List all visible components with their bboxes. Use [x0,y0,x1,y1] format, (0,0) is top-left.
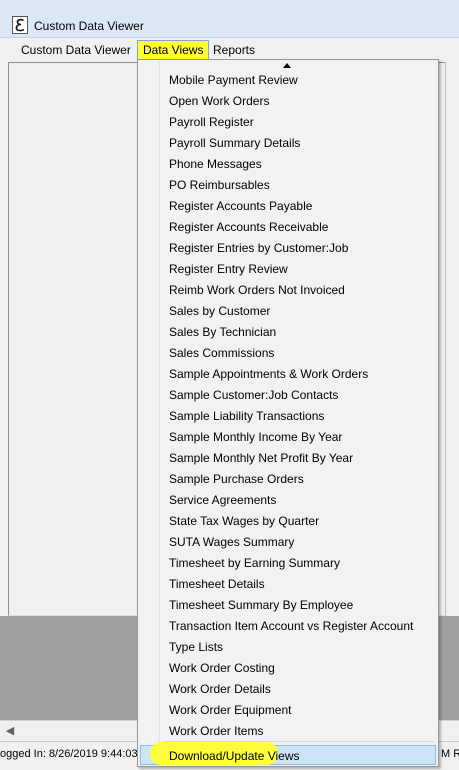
dropdown-item[interactable]: Type Lists [138,637,438,658]
dropdown-item[interactable]: PO Reimbursables [138,175,438,196]
dropdown-item[interactable]: Sample Customer:Job Contacts [138,385,438,406]
dropdown-item[interactable]: Work Order Items [138,721,438,742]
dropdown-item[interactable]: Payroll Register [138,112,438,133]
dropdown-item[interactable]: Sales By Technician [138,322,438,343]
status-logged-in: ogged In: 8/26/2019 9:44:03 [0,748,138,760]
dropdown-item[interactable]: Phone Messages [138,154,438,175]
dropdown-item[interactable]: Work Order Equipment [138,700,438,721]
dropdown-item[interactable]: Sample Appointments & Work Orders [138,364,438,385]
dropdown-item[interactable]: Timesheet Details [138,574,438,595]
scroll-left-icon[interactable]: ◀ [2,723,18,739]
dropdown-item[interactable]: Work Order Details [138,679,438,700]
menu-custom-data-viewer[interactable]: Custom Data Viewer [16,41,136,59]
download-update-views-label: Download/Update Views [169,749,300,763]
dropdown-item[interactable]: Sample Monthly Income By Year [138,427,438,448]
scroll-up-arrow-icon [283,63,291,68]
dropdown-item[interactable]: Register Entry Review [138,259,438,280]
dropdown-item[interactable]: Open Work Orders [138,91,438,112]
dropdown-list: Mobile Payment Review Open Work Orders Pay… [138,70,438,742]
dropdown-item[interactable]: Mobile Payment Review [138,70,438,91]
menu-bar: Custom Data Viewer Data Views Reports [0,38,459,60]
dropdown-item[interactable]: Reimb Work Orders Not Invoiced [138,280,438,301]
menu-data-views[interactable]: Data Views [137,40,210,60]
app-e-icon [12,16,28,34]
data-views-dropdown: Mobile Payment Review Open Work Orders Pay… [137,59,439,767]
title-bar[interactable]: Custom Data Viewer [0,0,459,38]
dropdown-item[interactable]: Sample Liability Transactions [138,406,438,427]
dropdown-item[interactable]: Transaction Item Account vs Register Acc… [138,616,438,637]
dropdown-item[interactable]: Payroll Summary Details [138,133,438,154]
app-window: Custom Data Viewer Custom Data Viewer Da… [0,0,459,770]
dropdown-item[interactable]: State Tax Wages by Quarter [138,511,438,532]
dropdown-item[interactable]: Register Entries by Customer:Job [138,238,438,259]
dropdown-item[interactable]: Sample Purchase Orders [138,469,438,490]
dropdown-item[interactable]: Timesheet Summary By Employee [138,595,438,616]
dropdown-item[interactable]: Register Accounts Receivable [138,217,438,238]
dropdown-item[interactable]: Work Order Costing [138,658,438,679]
window-title: Custom Data Viewer [34,19,144,33]
dropdown-item[interactable]: Register Accounts Payable [138,196,438,217]
dropdown-item[interactable]: Timesheet by Earning Summary [138,553,438,574]
dropdown-item[interactable]: SUTA Wages Summary [138,532,438,553]
status-right-fragment: M Re [441,748,459,760]
dropdown-item[interactable]: Service Agreements [138,490,438,511]
right-edge-panel [445,62,459,616]
dropdown-item[interactable]: Sample Monthly Net Profit By Year [138,448,438,469]
dropdown-item[interactable]: Sales Commissions [138,343,438,364]
dropdown-item[interactable]: Sales by Customer [138,301,438,322]
menu-reports[interactable]: Reports [208,41,260,59]
